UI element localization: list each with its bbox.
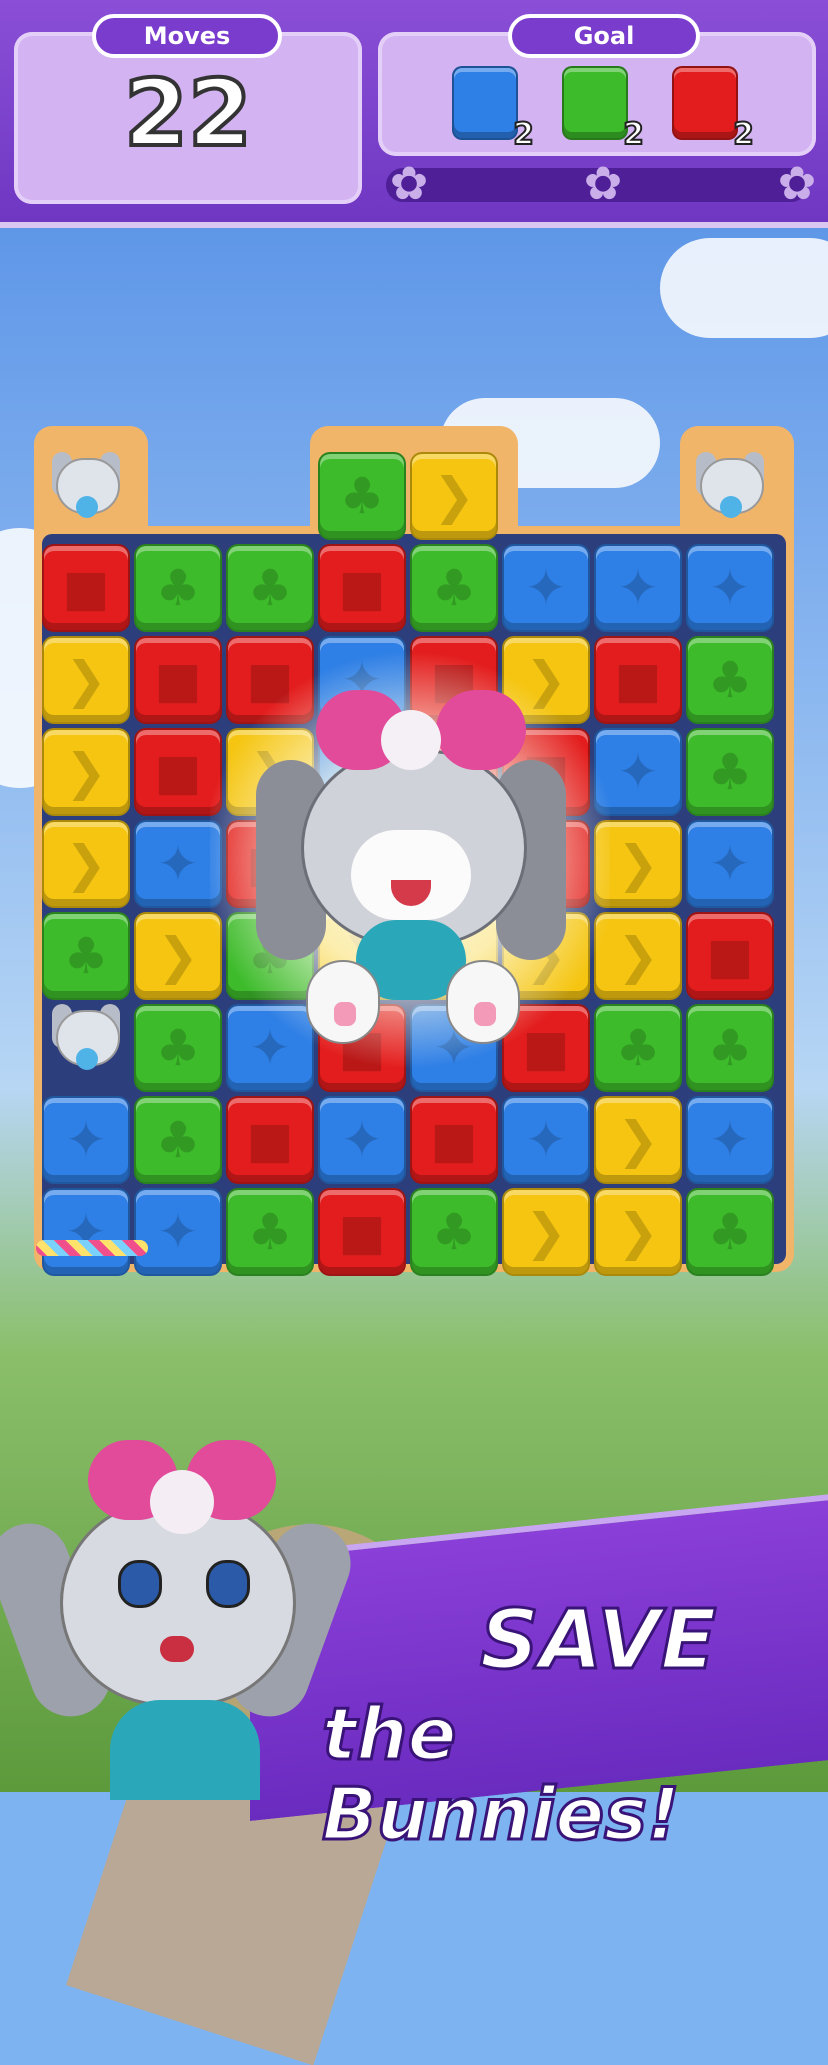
goal-count: 2 [622, 116, 645, 153]
blue-block[interactable]: ✦ [686, 820, 774, 908]
green-block[interactable]: ♣ [226, 544, 314, 632]
green-block[interactable]: ♣ [410, 544, 498, 632]
green-block-icon [562, 66, 628, 140]
cloud [660, 238, 828, 338]
green-block[interactable]: ♣ [410, 1188, 498, 1276]
banner-title: SAVE [479, 1593, 718, 1688]
bunny-eye [206, 1560, 250, 1608]
bunny-muzzle [351, 830, 471, 920]
yellow-block[interactable]: ❯ [502, 1188, 590, 1276]
bow-center [381, 710, 441, 770]
pacifier-icon [720, 496, 742, 518]
green-block[interactable]: ♣ [686, 1004, 774, 1092]
trapped-bunny [42, 452, 130, 540]
toe [334, 1002, 356, 1026]
bunny-body [110, 1700, 260, 1800]
blue-block[interactable]: ✦ [318, 1096, 406, 1184]
red-block[interactable]: ■ [42, 544, 130, 632]
top-hud: Moves Goal 22 2 2 2 ✿ ✿ ✿ [0, 0, 828, 228]
toe [474, 1002, 496, 1026]
pacifier-icon [76, 1048, 98, 1070]
bunny-eye [118, 1560, 162, 1608]
blue-block[interactable]: ✦ [134, 820, 222, 908]
red-block[interactable]: ■ [134, 636, 222, 724]
star-icon: ✿ [777, 156, 817, 210]
yellow-block[interactable]: ❯ [594, 1188, 682, 1276]
blue-block[interactable]: ✦ [502, 544, 590, 632]
red-block[interactable]: ■ [318, 1188, 406, 1276]
goal-item-red: 2 [672, 66, 755, 153]
yellow-block[interactable]: ❯ [134, 912, 222, 1000]
red-block-icon [672, 66, 738, 140]
green-block[interactable]: ♣ [134, 1096, 222, 1184]
bunny-foot [446, 960, 520, 1044]
green-block[interactable]: ♣ [42, 912, 130, 1000]
trapped-bunny [686, 452, 774, 540]
moves-label: Moves [92, 14, 282, 58]
green-block[interactable]: ♣ [134, 544, 222, 632]
blue-block[interactable]: ✦ [686, 544, 774, 632]
green-block[interactable]: ♣ [226, 1188, 314, 1276]
bunny-mouth [160, 1636, 194, 1662]
red-block[interactable]: ■ [318, 544, 406, 632]
trapped-bunny [42, 1004, 130, 1092]
goal-count: 2 [512, 116, 535, 153]
yellow-block[interactable]: ❯ [42, 820, 130, 908]
star-icon: ✿ [583, 156, 623, 210]
green-block[interactable]: ♣ [686, 1188, 774, 1276]
blue-block[interactable]: ✦ [686, 1096, 774, 1184]
bow-center [150, 1470, 214, 1534]
mascot-bunny [0, 1440, 362, 1800]
goal-count: 2 [732, 116, 755, 153]
red-block[interactable]: ■ [410, 1096, 498, 1184]
red-block[interactable]: ■ [134, 728, 222, 816]
goal-label: Goal [508, 14, 700, 58]
rescued-bunny [256, 690, 566, 1050]
blue-block[interactable]: ✦ [134, 1188, 222, 1276]
yellow-block[interactable]: ❯ [42, 636, 130, 724]
red-block[interactable]: ■ [226, 1096, 314, 1184]
yellow-block[interactable]: ❯ [410, 452, 498, 540]
goal-item-blue: 2 [452, 66, 535, 153]
banner-subtitle: the Bunnies! [321, 1692, 682, 1856]
rope [36, 1240, 148, 1256]
green-block[interactable]: ♣ [318, 452, 406, 540]
yellow-block[interactable]: ❯ [594, 1096, 682, 1184]
bunny-foot [306, 960, 380, 1044]
blue-block[interactable]: ✦ [594, 544, 682, 632]
green-block[interactable]: ♣ [686, 636, 774, 724]
blue-block[interactable]: ✦ [42, 1188, 130, 1276]
blue-block-icon [452, 66, 518, 140]
moves-counter: 22 [122, 60, 254, 167]
pacifier-icon [76, 496, 98, 518]
star-icon: ✿ [389, 156, 429, 210]
blue-block[interactable]: ✦ [42, 1096, 130, 1184]
green-block[interactable]: ♣ [134, 1004, 222, 1092]
blue-block[interactable]: ✦ [502, 1096, 590, 1184]
red-block[interactable]: ■ [686, 912, 774, 1000]
goal-item-green: 2 [562, 66, 645, 153]
green-block[interactable]: ♣ [686, 728, 774, 816]
yellow-block[interactable]: ❯ [42, 728, 130, 816]
bow-right [436, 690, 526, 770]
